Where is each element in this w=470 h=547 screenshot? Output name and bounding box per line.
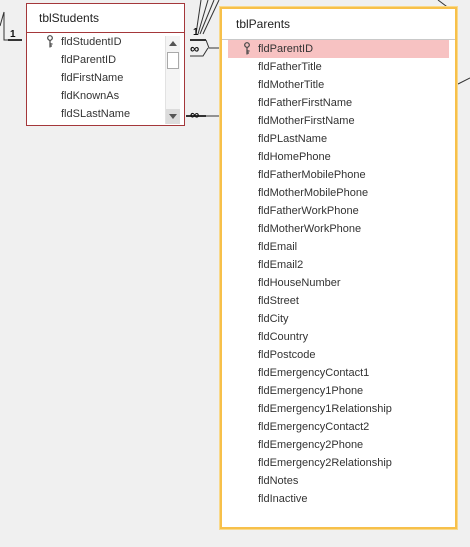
- parents-field-label: fldMotherFirstName: [258, 115, 355, 127]
- parents-field-label: fldFatherTitle: [258, 61, 322, 73]
- parents-field-row[interactable]: fldInactive: [222, 490, 455, 508]
- key-icon: [47, 35, 53, 48]
- parents-field-row[interactable]: fldEmail2: [222, 256, 455, 274]
- parents-field-label: fldEmail2: [258, 259, 304, 271]
- parents-field-row[interactable]: fldMotherFirstName: [222, 112, 455, 130]
- students-field-label: fldParentID: [61, 54, 117, 66]
- parents-field-label: fldHouseNumber: [258, 277, 341, 289]
- parents-field-label: fldMotherTitle: [258, 79, 325, 91]
- parents-field-label: fldPLastName: [258, 133, 328, 145]
- cardinality-one-parents: 1: [193, 27, 199, 38]
- parents-field-row[interactable]: fldMotherWorkPhone: [222, 220, 455, 238]
- parents-field-label: fldStreet: [258, 295, 299, 307]
- students-field-row[interactable]: fldFirstName: [27, 69, 164, 87]
- relationship-line-d: [202, 0, 220, 35]
- parents-field-label: fldMotherWorkPhone: [258, 223, 362, 235]
- parents-field-label: fldMotherMobilePhone: [258, 187, 369, 199]
- parents-field-row[interactable]: fldFatherMobilePhone: [222, 166, 455, 184]
- parents-field-label: fldEmergency1Relationship: [258, 403, 392, 415]
- parents-field-label: fldEmail: [258, 241, 298, 253]
- students-field-row[interactable]: fldStudentID: [27, 33, 164, 51]
- parents-field-row[interactable]: fldFatherTitle: [222, 58, 455, 76]
- parents-field-row[interactable]: fldCity: [222, 310, 455, 328]
- students-field-label: fldStudentID: [61, 36, 122, 48]
- parents-field-row[interactable]: fldHomePhone: [222, 148, 455, 166]
- parents-field-label: fldNotes: [258, 475, 299, 487]
- parents-field-row[interactable]: fldMotherMobilePhone: [222, 184, 455, 202]
- parents-field-label: fldParentID: [258, 43, 314, 55]
- table-title-students[interactable]: tblStudents: [27, 4, 184, 33]
- cardinality-one-left: 1: [10, 29, 16, 40]
- relationships-canvas[interactable]: 1 1 ∞ ∞ tblStudents fldStudentID fldParen…: [0, 0, 470, 547]
- parents-field-label: fldFatherMobilePhone: [258, 169, 366, 181]
- parents-field-label: fldHomePhone: [258, 151, 331, 163]
- parents-field-label: fldEmergency1Phone: [258, 385, 364, 397]
- field-list-students: fldStudentID fldParentID fldFirstName fldKn…: [27, 33, 164, 123]
- parents-field-row[interactable]: fldNotes: [222, 472, 455, 490]
- students-field-row[interactable]: fldParentID: [27, 51, 164, 69]
- parents-field-row[interactable]: fldEmergencyContact1: [222, 364, 455, 382]
- parents-field-label: fldEmergencyContact2: [258, 421, 370, 433]
- table-window-parents[interactable]: tblParents fldParentID fldFatherTitle fldM…: [220, 7, 457, 529]
- students-field-row[interactable]: fldKnownAs: [27, 87, 164, 105]
- cardinality-many-top: ∞: [190, 41, 200, 56]
- key-icon: [244, 42, 250, 55]
- parents-field-label: fldFatherFirstName: [258, 97, 353, 109]
- parents-field-row[interactable]: fldMotherTitle: [222, 76, 455, 94]
- parents-field-row[interactable]: fldParentID: [228, 40, 449, 58]
- parents-field-row[interactable]: fldEmergency1Phone: [222, 382, 455, 400]
- parents-field-row[interactable]: fldEmergency1Relationship: [222, 400, 455, 418]
- relationship-line-k: [457, 77, 470, 85]
- parents-field-row[interactable]: fldEmail: [222, 238, 455, 256]
- parents-field-row[interactable]: fldFatherFirstName: [222, 94, 455, 112]
- parents-field-label: fldEmergencyContact1: [258, 367, 370, 379]
- parents-field-row[interactable]: fldFatherWorkPhone: [222, 202, 455, 220]
- cardinality-many-bottom: ∞: [190, 107, 200, 122]
- scroll-down-button[interactable]: [166, 109, 180, 124]
- parents-field-row[interactable]: fldEmergency2Phone: [222, 436, 455, 454]
- parents-field-row[interactable]: fldStreet: [222, 292, 455, 310]
- students-field-label: fldSLastName: [61, 108, 131, 120]
- parents-field-label: fldCountry: [258, 331, 309, 343]
- parents-field-label: fldFatherWorkPhone: [258, 205, 359, 217]
- table-title-parents[interactable]: tblParents: [222, 9, 455, 40]
- field-list-parents: fldParentID fldFatherTitle fldMotherTitle f…: [222, 40, 455, 508]
- scroll-down-arrow-icon: [169, 114, 177, 119]
- scroll-up-button[interactable]: [166, 36, 180, 51]
- parents-field-row[interactable]: fldEmergencyContact2: [222, 418, 455, 436]
- students-field-label: fldFirstName: [61, 72, 124, 84]
- parents-field-label: fldCity: [258, 313, 289, 325]
- parents-field-label: fldEmergency2Relationship: [258, 457, 392, 469]
- parents-field-row[interactable]: fldHouseNumber: [222, 274, 455, 292]
- parents-field-row[interactable]: fldPLastName: [222, 130, 455, 148]
- students-field-row[interactable]: fldSLastName: [27, 105, 164, 123]
- parents-field-row[interactable]: fldPostcode: [222, 346, 455, 364]
- parents-field-label: fldPostcode: [258, 349, 316, 361]
- students-field-label: fldKnownAs: [61, 90, 120, 102]
- parents-field-label: fldEmergency2Phone: [258, 439, 364, 451]
- parents-field-row[interactable]: fldCountry: [222, 328, 455, 346]
- scroll-thumb[interactable]: [167, 52, 179, 69]
- parents-field-label: fldInactive: [258, 493, 308, 505]
- scrollbar-students[interactable]: [165, 36, 180, 124]
- scroll-up-arrow-icon: [169, 41, 177, 46]
- parents-field-row[interactable]: fldEmergency2Relationship: [222, 454, 455, 472]
- table-window-students[interactable]: tblStudents fldStudentID fldParentID fldFi…: [26, 3, 185, 126]
